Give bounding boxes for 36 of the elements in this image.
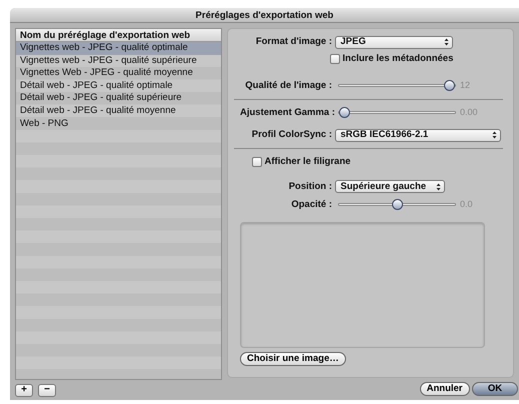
column-header[interactable]: Nom du préréglage d'exportation web xyxy=(16,29,221,42)
slider-value: 12 xyxy=(460,78,472,92)
ok-button[interactable]: OK xyxy=(472,382,518,396)
preset-item[interactable]: Détail web - JPEG - qualité moyenne xyxy=(16,104,221,118)
stepper-arrows-icon xyxy=(444,38,448,46)
field-label: Opacité : xyxy=(290,198,332,212)
checkbox[interactable] xyxy=(252,157,262,168)
checkbox[interactable] xyxy=(330,54,340,64)
field-label: Format d'image : xyxy=(254,35,332,49)
field-label: Position : xyxy=(288,180,332,194)
field-label: Profil ColorSync : xyxy=(250,128,332,142)
slider-thumb[interactable] xyxy=(392,199,402,210)
add-button[interactable]: + xyxy=(15,384,33,396)
preset-item[interactable]: Vignettes web - JPEG - qualité supérieure xyxy=(16,54,221,68)
stepper-arrows-icon xyxy=(436,182,440,191)
cancel-button[interactable]: Annuler xyxy=(420,382,470,396)
slider-value: 0.00 xyxy=(460,106,479,120)
preset-item[interactable]: Web - PNG xyxy=(16,118,221,130)
popup-button[interactable]: sRGB IEC61966-2.1 xyxy=(334,128,500,142)
popup-button[interactable]: JPEG xyxy=(334,36,452,49)
field-label: Qualité de l'image : xyxy=(244,78,332,92)
preset-item[interactable]: Détail web - JPEG - qualité supérieure xyxy=(16,92,221,105)
preset-item[interactable]: Vignettes web - JPEG - qualité optimale xyxy=(16,42,221,55)
preset-item[interactable]: Vignettes Web - JPEG - qualité moyenne xyxy=(16,67,221,80)
popup-button[interactable]: Supérieure gauche xyxy=(334,180,444,194)
preset-item[interactable]: Détail web - JPEG - qualité optimale xyxy=(16,80,221,92)
remove-button[interactable]: − xyxy=(38,384,56,396)
slider-thumb[interactable] xyxy=(339,107,350,118)
stepper-arrows-icon xyxy=(492,131,496,140)
slider-thumb[interactable] xyxy=(444,80,455,92)
choose-image-button[interactable]: Choisir une image… xyxy=(240,352,346,366)
slider-value: 0.0 xyxy=(460,198,474,212)
field-label: Ajustement Gamma : xyxy=(240,106,332,120)
checkbox-label: Afficher le filigrane xyxy=(264,155,351,170)
checkbox-label: Inclure les métadonnées xyxy=(342,52,454,66)
window-title: Préréglages d'exportation web xyxy=(10,8,519,23)
